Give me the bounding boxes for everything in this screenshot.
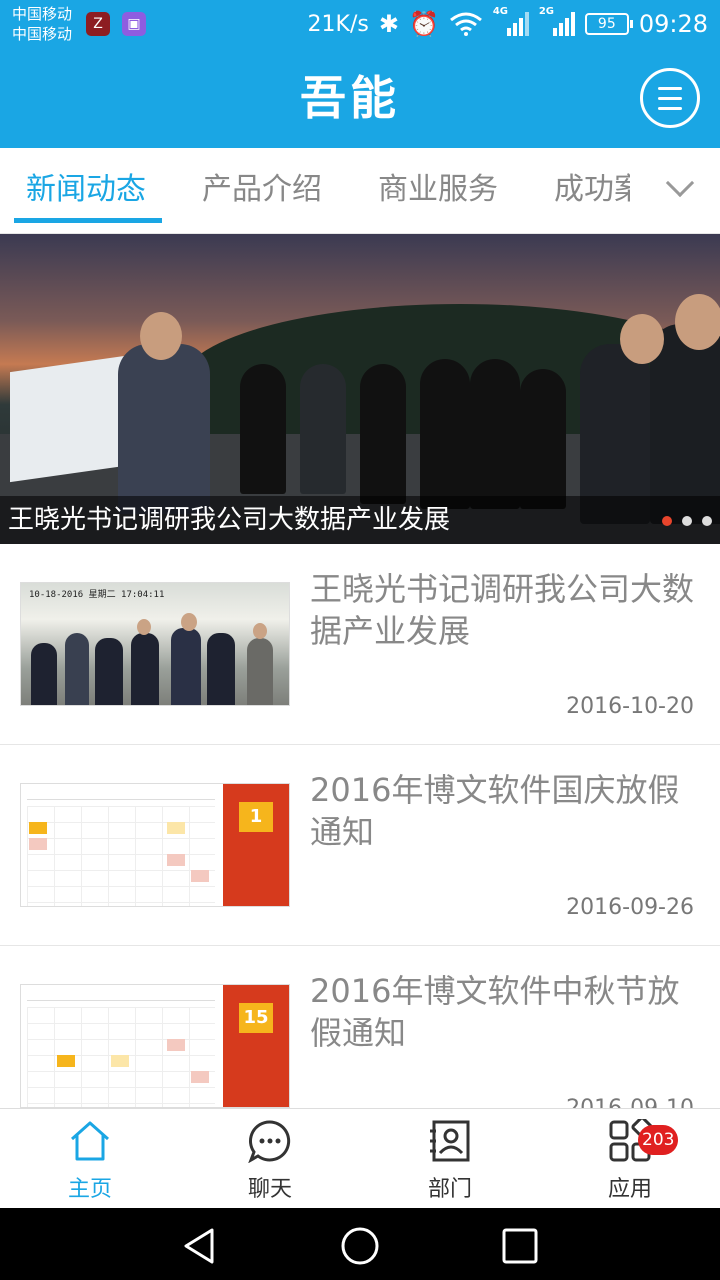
nav-home[interactable]: 主页: [0, 1109, 180, 1209]
status-bar: 中国移动 中国移动 Z ▣ 21K/s ✱ ⏰ 4G 2G 95 09:28: [0, 0, 720, 48]
notification-app-icon: Z: [86, 12, 110, 36]
nav-department[interactable]: 部门: [360, 1109, 540, 1209]
news-thumbnail: 15: [20, 984, 290, 1108]
nav-chat-label: 聊天: [247, 1177, 292, 1202]
signal-4g-icon: 4G: [493, 6, 529, 36]
news-item[interactable]: 10-18-2016 星期二 17:04:11 王晓光书记调研我公司大数据产业发…: [0, 544, 720, 745]
gallery-notification-icon: ▣: [122, 12, 146, 36]
banner-photo-person: [360, 364, 406, 504]
banner-photo-head: [675, 294, 720, 350]
back-icon[interactable]: [180, 1226, 220, 1266]
news-thumbnail: 10-18-2016 星期二 17:04:11: [20, 582, 290, 706]
banner-photo-person: [470, 359, 520, 509]
tab-business-services[interactable]: 商业服务: [378, 164, 498, 208]
nav-apps[interactable]: 203 应用: [540, 1109, 720, 1209]
home-circle-icon[interactable]: [340, 1226, 380, 1266]
banner-carousel[interactable]: 王晓光书记调研我公司大数据产业发展: [0, 234, 720, 544]
clock: 09:28: [638, 10, 708, 38]
carrier-2: 中国移动: [12, 25, 73, 43]
net-speed: 21K/s: [307, 11, 369, 37]
carousel-dot-1[interactable]: [662, 516, 672, 526]
category-tabs: 新闻动态 产品介绍 商业服务 成功案: [0, 148, 720, 234]
news-item[interactable]: 1 2016年博文软件国庆放假通知 2016-09-26: [0, 745, 720, 946]
banner-photo-display-board: [10, 355, 125, 483]
banner-caption: 王晓光书记调研我公司大数据产业发展: [0, 496, 720, 544]
nav-department-label: 部门: [427, 1177, 472, 1202]
news-item[interactable]: 15 2016年博文软件中秋节放假通知 2016-09-10: [0, 946, 720, 1108]
banner-photo-person: [520, 369, 566, 509]
news-thumbnail: 1: [20, 783, 290, 907]
carousel-dot-3[interactable]: [702, 516, 712, 526]
calendar-day: 15: [239, 1003, 273, 1033]
bottom-nav: 主页 聊天 部门 203 应用: [0, 1108, 720, 1208]
signal-2g-icon: 2G: [539, 6, 575, 36]
apps-badge: 203: [638, 1125, 679, 1155]
recent-apps-icon[interactable]: [500, 1226, 540, 1266]
app-logo: 吾能: [300, 71, 400, 125]
banner-photo-head: [620, 314, 664, 364]
banner-photo-person: [420, 359, 470, 509]
banner-photo-head: [140, 312, 182, 360]
nav-apps-label: 应用: [607, 1177, 652, 1202]
system-nav-bar: [0, 1208, 720, 1280]
network-type-2: 2G: [538, 6, 554, 17]
banner-photo-person: [650, 324, 720, 524]
news-date: 2016-10-20: [566, 694, 694, 719]
home-icon: [71, 1121, 109, 1161]
contact-card-icon: [430, 1120, 470, 1162]
news-date: 2016-09-26: [566, 895, 694, 920]
carrier-labels: 中国移动 中国移动: [12, 4, 72, 44]
news-list: 10-18-2016 星期二 17:04:11 王晓光书记调研我公司大数据产业发…: [0, 544, 720, 1108]
alarm-icon: ⏰: [408, 10, 439, 38]
carrier-1: 中国移动: [12, 5, 73, 23]
chat-icon: [248, 1120, 291, 1163]
news-title: 2016年博文软件国庆放假通知: [310, 771, 680, 851]
wifi-icon: [449, 12, 482, 36]
carousel-dots: [662, 516, 712, 526]
thumbnail-timestamp: 10-18-2016 星期二 17:04:11: [29, 590, 165, 600]
bluetooth-icon: ✱: [378, 10, 399, 38]
news-date: 2016-09-10: [566, 1096, 694, 1108]
active-tab-indicator: [14, 218, 162, 223]
app-header: 吾能: [0, 48, 720, 148]
banner-photo-person: [300, 364, 346, 494]
news-title: 2016年博文软件中秋节放假通知: [310, 972, 680, 1052]
news-title: 王晓光书记调研我公司大数据产业发展: [310, 570, 695, 650]
nav-chat[interactable]: 聊天: [180, 1109, 360, 1209]
nav-home-label: 主页: [67, 1177, 112, 1202]
calendar-day: 1: [239, 802, 273, 832]
carousel-dot-2[interactable]: [682, 516, 692, 526]
tab-news[interactable]: 新闻动态: [26, 164, 146, 208]
menu-button[interactable]: [640, 68, 700, 128]
battery-icon: 95: [584, 13, 633, 35]
network-type-1: 4G: [492, 6, 508, 17]
tab-products[interactable]: 产品介绍: [202, 164, 322, 208]
banner-photo-person: [240, 364, 286, 494]
banner-photo-person: [118, 344, 210, 514]
